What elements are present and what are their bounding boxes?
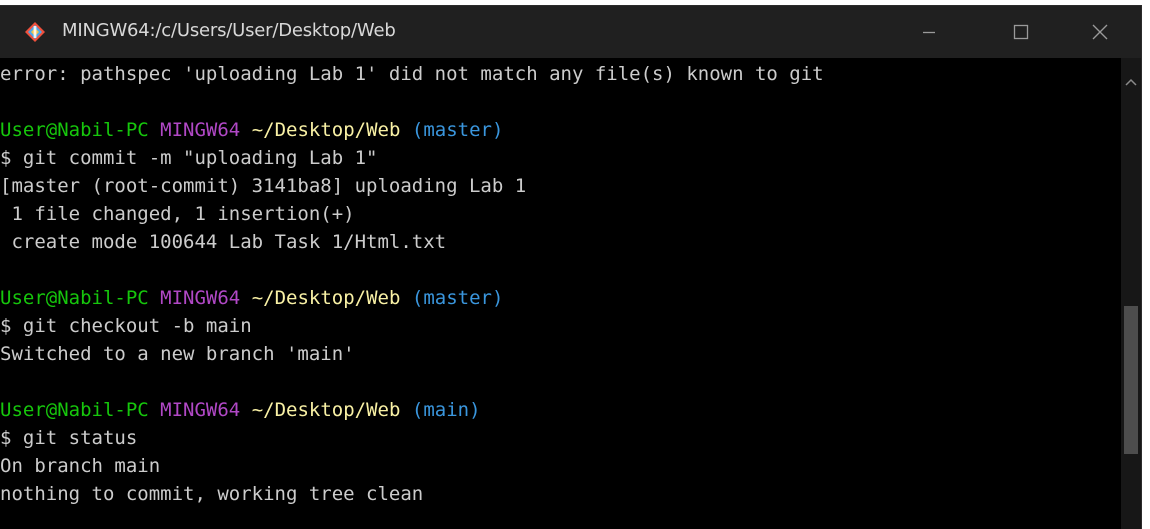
prompt-branch: (master) <box>411 119 504 141</box>
scroll-up-button[interactable] <box>1121 72 1141 92</box>
close-button[interactable] <box>1059 6 1141 58</box>
prompt-path: ~/Desktop/Web <box>251 399 401 421</box>
vertical-scrollbar[interactable] <box>1121 58 1141 529</box>
prompt-user-host: User@Nabil-PC <box>0 287 149 309</box>
command-line: $ git status <box>0 427 138 449</box>
prompt-line: User@Nabil-PC MINGW64 ~/Desktop/Web (mai… <box>0 396 481 424</box>
output-line: [master (root-commit) 3141ba8] uploading… <box>0 175 527 197</box>
chevron-up-icon <box>1125 78 1137 86</box>
prompt-user-host: User@Nabil-PC <box>0 119 149 141</box>
output-line: On branch main <box>0 455 161 477</box>
git-bash-icon <box>25 22 45 42</box>
prompt-branch: (main) <box>411 399 481 421</box>
terminal-window: MINGW64:/c/Users/User/Desktop/Web error:… <box>0 6 1141 529</box>
prompt-mingw: MINGW64 <box>160 287 241 309</box>
command-line: $ git checkout -b main <box>0 315 252 337</box>
prompt-path: ~/Desktop/Web <box>251 287 401 309</box>
prompt-path: ~/Desktop/Web <box>251 119 401 141</box>
maximize-icon <box>1013 24 1029 40</box>
prompt-mingw: MINGW64 <box>160 119 241 141</box>
output-line: nothing to commit, working tree clean <box>0 483 424 505</box>
prompt-branch: (master) <box>411 287 504 309</box>
scrollbar-thumb[interactable] <box>1124 306 1138 454</box>
output-line: 1 file changed, 1 insertion(+) <box>0 203 355 225</box>
prompt-line: User@Nabil-PC MINGW64 ~/Desktop/Web (mas… <box>0 284 503 312</box>
command-line: $ git commit -m "uploading Lab 1" <box>0 147 378 169</box>
prompt-mingw: MINGW64 <box>160 399 241 421</box>
prompt-user-host: User@Nabil-PC <box>0 399 149 421</box>
window-title: MINGW64:/c/Users/User/Desktop/Web <box>62 20 396 41</box>
terminal-output[interactable]: error: pathspec 'uploading Lab 1' did no… <box>0 58 1121 529</box>
maximize-button[interactable] <box>975 6 1067 58</box>
error-line: error: pathspec 'uploading Lab 1' did no… <box>0 63 824 85</box>
output-line: create mode 100644 Lab Task 1/Html.txt <box>0 231 447 253</box>
minimize-icon <box>923 31 935 34</box>
close-icon <box>1092 24 1108 40</box>
minimize-button[interactable] <box>883 6 975 58</box>
prompt-line: User@Nabil-PC MINGW64 ~/Desktop/Web (mas… <box>0 116 503 144</box>
output-line: Switched to a new branch 'main' <box>0 343 355 365</box>
title-bar[interactable]: MINGW64:/c/Users/User/Desktop/Web <box>0 6 1141 58</box>
